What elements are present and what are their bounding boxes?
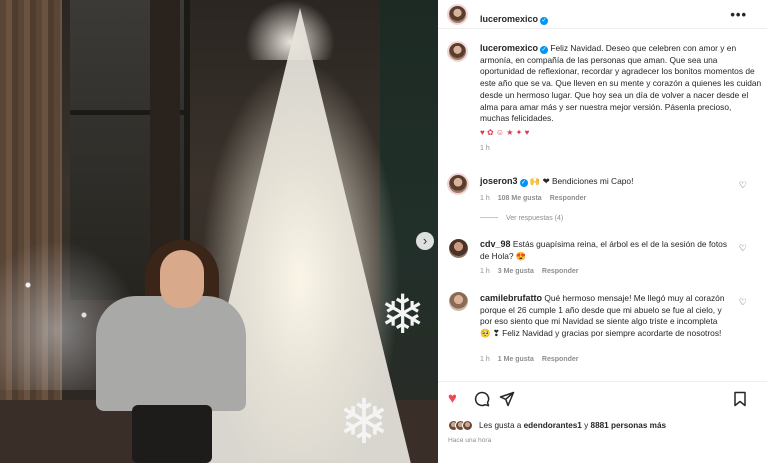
comment-meta: 1 h 3 Me gusta Responder bbox=[480, 268, 578, 275]
likes-first-user[interactable]: edendorantes1 bbox=[524, 421, 582, 430]
comment-username[interactable]: joseron3 bbox=[480, 176, 518, 186]
verified-badge-icon: ✓ bbox=[540, 17, 549, 25]
save-button-bookmark-icon[interactable] bbox=[733, 391, 747, 411]
post-header: luceromexico ✓ ••• bbox=[438, 0, 767, 29]
comment-meta: 1 h 1 Me gusta Responder bbox=[480, 356, 578, 363]
comment-like-icon[interactable]: ♡ bbox=[739, 297, 747, 308]
author-name-wrap: luceromexico ✓ bbox=[480, 9, 549, 27]
likes-count[interactable]: 8881 personas más bbox=[591, 421, 667, 430]
share-button-share-icon[interactable] bbox=[499, 391, 515, 411]
comment: joseron3 ✓ 🙌 ❤ Bendiciones mi Capo! bbox=[480, 176, 730, 188]
caption-username[interactable]: luceromexico bbox=[480, 43, 538, 53]
post-side-panel: luceromexico ✓ ••• luceromexico ✓ Feliz Na… bbox=[438, 0, 767, 463]
commenter-avatar[interactable] bbox=[447, 173, 469, 195]
snowflake-ornament-icon: ❄ bbox=[380, 285, 426, 345]
comment-username[interactable]: camilebrufatto bbox=[480, 293, 542, 303]
post-photo[interactable]: ❄ ❄ › bbox=[0, 0, 438, 463]
comment-time: 1 h bbox=[480, 195, 490, 202]
reply-button[interactable]: Responder bbox=[550, 195, 587, 202]
person-sweater bbox=[96, 296, 246, 411]
caption-time: 1 h bbox=[480, 144, 490, 152]
verified-badge-icon: ✓ bbox=[540, 46, 549, 54]
next-photo-button[interactable]: › bbox=[416, 232, 434, 250]
more-options-button[interactable]: ••• bbox=[730, 7, 747, 22]
author-username[interactable]: luceromexico bbox=[480, 14, 538, 24]
comment-username[interactable]: cdv_98 bbox=[480, 239, 511, 249]
comment-text: 🙌 ❤ Bendiciones mi Capo! bbox=[529, 176, 634, 186]
comment-text: Estás guapísima reina, el árbol es el de… bbox=[480, 239, 728, 261]
comment-button-comment-icon[interactable] bbox=[474, 391, 490, 411]
verified-badge-icon: ✓ bbox=[519, 179, 528, 187]
like-button-heart-filled-icon[interactable]: ♥ bbox=[448, 391, 457, 407]
person-face bbox=[160, 250, 204, 308]
commenter-avatar[interactable] bbox=[449, 239, 468, 258]
snowflake-ornament-icon: ❄ bbox=[338, 388, 390, 457]
post-actions: ♥ Les gusta a edendorantes1 y 8881 perso… bbox=[438, 381, 767, 463]
post-timestamp: Hace una hora bbox=[448, 437, 492, 444]
caption-emojis: ♥ ✿ ☺ ★ ✦ ♥ bbox=[480, 127, 530, 137]
comment-like-icon[interactable]: ♡ bbox=[739, 180, 747, 191]
author-avatar[interactable] bbox=[447, 4, 468, 25]
caption-avatar[interactable] bbox=[447, 41, 468, 62]
likes-prefix: Les gusta a bbox=[479, 421, 524, 430]
comment: camilebrufatto Qué hermoso mensaje! Me l… bbox=[480, 293, 730, 339]
likes-summary[interactable]: Les gusta a edendorantes1 y 8881 persona… bbox=[448, 420, 666, 431]
liker-avatar bbox=[462, 420, 473, 431]
reply-button[interactable]: Responder bbox=[542, 356, 579, 363]
post-caption: luceromexico ✓ Feliz Navidad. Deseo que c… bbox=[480, 43, 762, 154]
likes-middle: y bbox=[581, 421, 591, 430]
comment-meta: 1 h 108 Me gusta Responder bbox=[480, 195, 586, 202]
comment-like-icon[interactable]: ♡ bbox=[739, 243, 747, 254]
view-replies-button[interactable]: Ver respuestas (4) bbox=[480, 215, 563, 222]
person-pants bbox=[132, 405, 212, 463]
curtain bbox=[0, 0, 62, 463]
comment-likes[interactable]: 3 Me gusta bbox=[498, 268, 534, 275]
tree-top bbox=[245, 0, 335, 60]
comment-time: 1 h bbox=[480, 268, 490, 275]
comment-time: 1 h bbox=[480, 356, 490, 363]
view-replies-label: Ver respuestas (4) bbox=[506, 215, 564, 222]
reply-button[interactable]: Responder bbox=[542, 268, 579, 275]
comment: cdv_98 Estás guapísima reina, el árbol e… bbox=[480, 239, 730, 262]
comment-likes[interactable]: 108 Me gusta bbox=[498, 195, 542, 202]
commenter-avatar[interactable] bbox=[449, 292, 468, 311]
caption-text: Feliz Navidad. Deseo que celebren con am… bbox=[480, 43, 762, 124]
comment-likes[interactable]: 1 Me gusta bbox=[498, 356, 534, 363]
